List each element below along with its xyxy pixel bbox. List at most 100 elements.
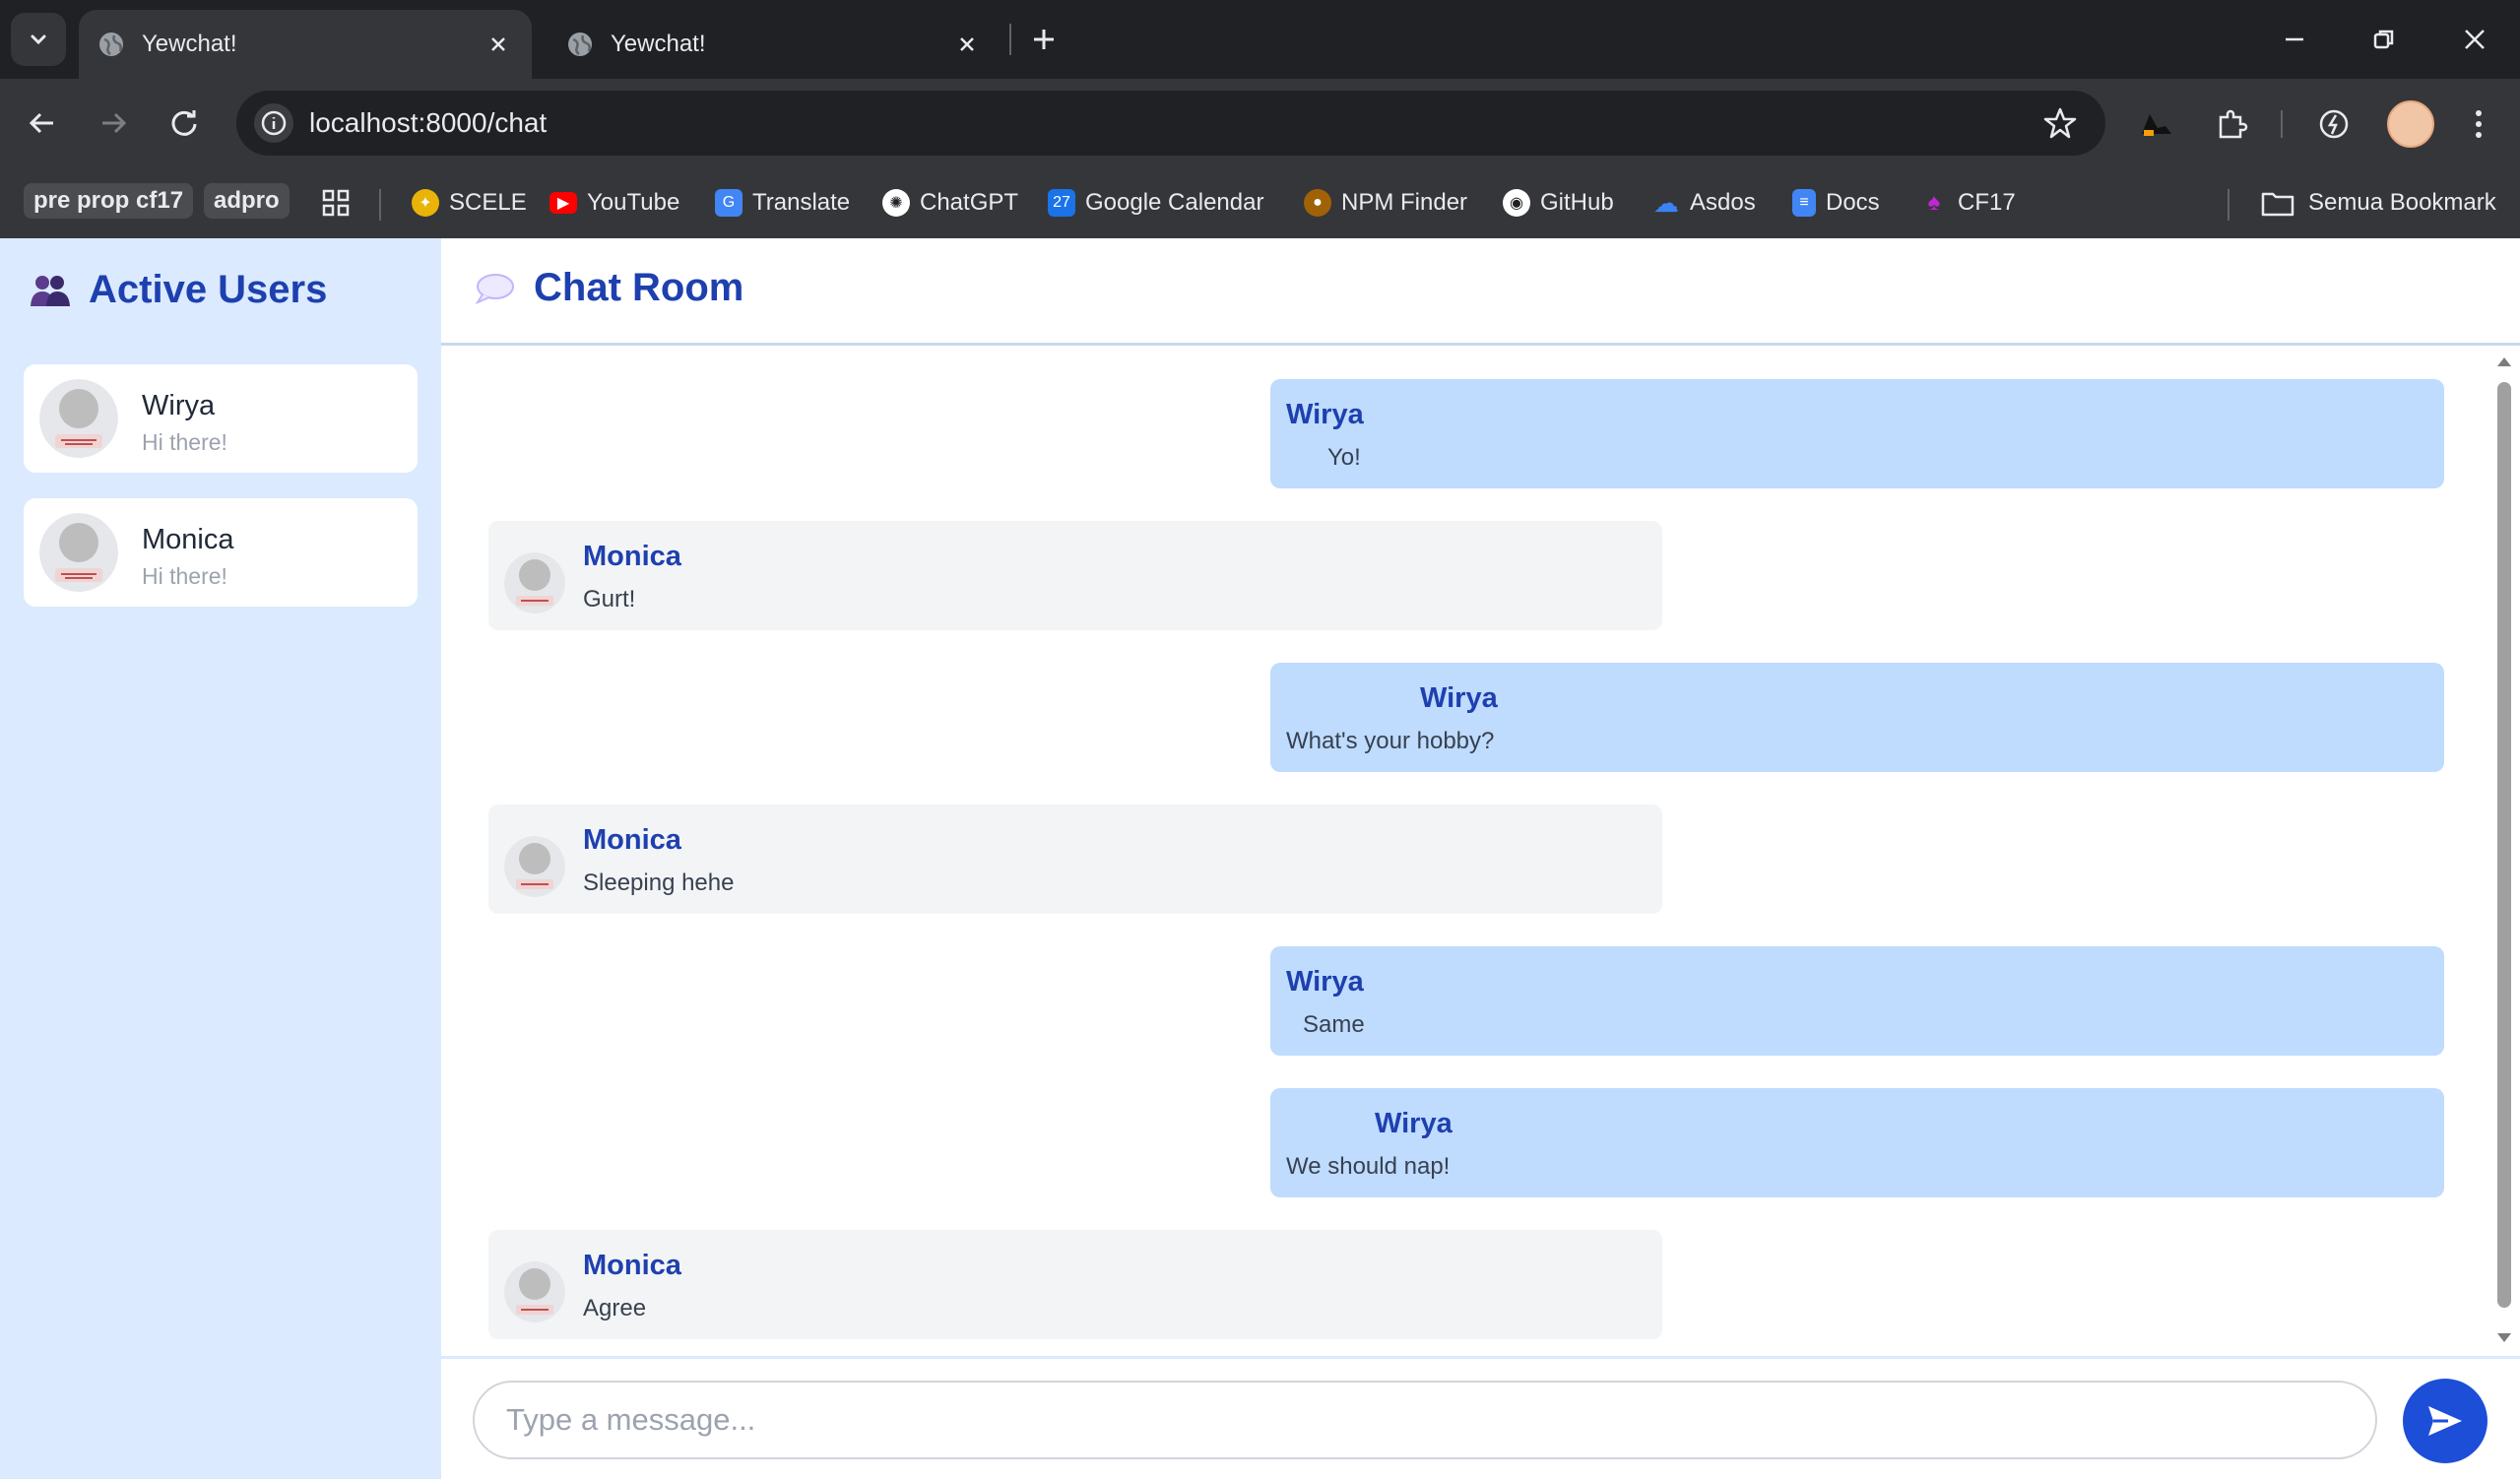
extensions-button[interactable] [2212,104,2251,144]
chat-title: Chat Room [534,266,744,309]
bookmark-label: Google Calendar [1085,189,1264,216]
all-bookmarks-button[interactable]: Semua Bookmark [2261,183,2496,223]
active-users-sidebar: Active Users Wirya Hi there! Monica Hi t… [0,238,441,1479]
message-sender: Wirya [1420,682,1498,714]
calendar-icon: 27 [1048,189,1075,217]
bookmark-star-icon[interactable] [2042,105,2078,141]
bookmark-label: NPM Finder [1341,189,1468,216]
message-list: Wirya Yo! Monica Gurt! Wirya What's your… [441,346,2489,1356]
profile-avatar[interactable] [2387,100,2434,148]
message-sender: Monica [583,824,681,856]
user-name: Wirya [142,390,216,421]
tab-yewchat-active[interactable]: Yewchat! [79,10,532,79]
bookmark-adpro[interactable]: adpro [204,183,290,219]
url-text: localhost:8000/chat [309,107,548,138]
message-text: Agree [583,1295,647,1321]
bookmark-cf17[interactable]: ♠ CF17 [1920,183,2016,223]
minimize-icon [2286,37,2303,41]
minimize-button[interactable] [2270,16,2319,63]
address-bar[interactable]: localhost:8000/chat [236,91,2105,156]
send-button[interactable] [2403,1379,2488,1463]
tab-search-button[interactable] [11,13,66,66]
scrollbar-thumb[interactable] [2497,382,2511,1308]
new-tab-button[interactable] [1024,20,1064,59]
message-incoming: Monica Gurt! [488,521,1662,630]
arrow-left-icon [29,112,53,134]
reload-button[interactable] [162,100,207,146]
tab-divider [1009,24,1011,55]
message-text: Yo! [1327,444,1361,471]
send-icon [2428,1406,2462,1436]
translate-icon: G [715,189,743,217]
bookmark-scele[interactable]: ✦ SCELE [412,183,527,223]
user-card-wirya[interactable]: Wirya Hi there! [24,364,418,473]
message-outgoing: Wirya We should nap! [1270,1088,2444,1197]
performance-button[interactable] [2314,104,2354,144]
github-icon: ◉ [1503,189,1530,217]
apps-grid-icon [322,189,350,217]
user-card-monica[interactable]: Monica Hi there! [24,498,418,607]
restore-button[interactable] [2359,16,2409,63]
extension-icon[interactable] [2137,104,2176,144]
sidebar-header: Active Users [30,268,327,312]
message-sender: Wirya [1286,966,1364,998]
user-status: Hi there! [142,429,227,455]
bookmark-pre-prop-cf17[interactable]: pre prop cf17 [24,183,194,219]
kebab-menu-icon [2476,110,2482,138]
browser-toolbar: localhost:8000/chat [0,79,2520,167]
bookmark-github[interactable]: ◉ GitHub [1503,183,1614,223]
bookmark-npm-finder[interactable]: ● NPM Finder [1304,183,1467,223]
bookmark-label: ChatGPT [920,189,1019,216]
avatar [504,552,565,613]
tab-yewchat[interactable]: Yewchat! [548,10,1001,79]
close-icon [491,37,505,51]
browser-menu-button[interactable] [2459,104,2498,144]
message-text: We should nap! [1286,1153,1451,1180]
message-text: Same [1303,1011,1365,1038]
bookmark-docs[interactable]: ≡ Docs [1792,183,1880,223]
close-window-button[interactable] [2450,16,2499,63]
chevron-down-icon [31,34,46,45]
message-sender: Monica [583,541,681,572]
scroll-down-arrow-icon[interactable] [2495,1331,2513,1345]
bookmark-divider [379,189,381,221]
bookmark-google-calendar[interactable]: 27 Google Calendar [1048,183,1263,223]
restore-icon [2373,30,2394,49]
avatar [504,1261,565,1322]
hat-extension-icon [2142,114,2171,136]
tab-title: Yewchat! [611,31,706,57]
message-sender: Wirya [1375,1108,1453,1139]
apps-grid-button[interactable] [321,183,351,223]
site-info-icon[interactable] [254,103,293,143]
youtube-icon: ▶ [549,192,577,214]
scroll-up-arrow-icon[interactable] [2495,354,2513,368]
user-status: Hi there! [142,563,227,589]
bookmark-divider [2228,189,2229,221]
sidebar-title: Active Users [89,268,328,311]
all-bookmarks-label: Semua Bookmark [2308,189,2496,216]
bookmark-asdos[interactable]: ☁ Asdos [1652,183,1756,223]
globe-icon [568,32,592,56]
scele-icon: ✦ [412,189,439,217]
bookmark-label: pre prop cf17 [33,187,184,214]
bookmark-label: Asdos [1690,189,1756,216]
cf17-icon: ♠ [1927,189,1941,216]
reload-icon [171,110,197,136]
puzzle-icon [2219,109,2248,139]
bookmark-label: Translate [752,189,851,216]
message-outgoing: Wirya Same [1270,946,2444,1056]
bookmark-youtube[interactable]: ▶ YouTube [549,183,679,223]
tab-close-button[interactable] [949,27,985,62]
chatgpt-icon: ✺ [882,189,910,217]
message-text: Sleeping hehe [583,870,735,896]
bookmark-chatgpt[interactable]: ✺ ChatGPT [882,183,1018,223]
chat-header: Chat Room [441,238,2520,346]
bookmark-translate[interactable]: G Translate [715,183,850,223]
avatar [39,513,118,592]
back-button[interactable] [20,100,65,146]
forward-button[interactable] [91,100,136,146]
message-input[interactable] [473,1381,2377,1459]
tab-strip: Yewchat! Yewchat! [0,0,2520,79]
message-composer [441,1356,2520,1482]
tab-close-button[interactable] [481,27,516,62]
